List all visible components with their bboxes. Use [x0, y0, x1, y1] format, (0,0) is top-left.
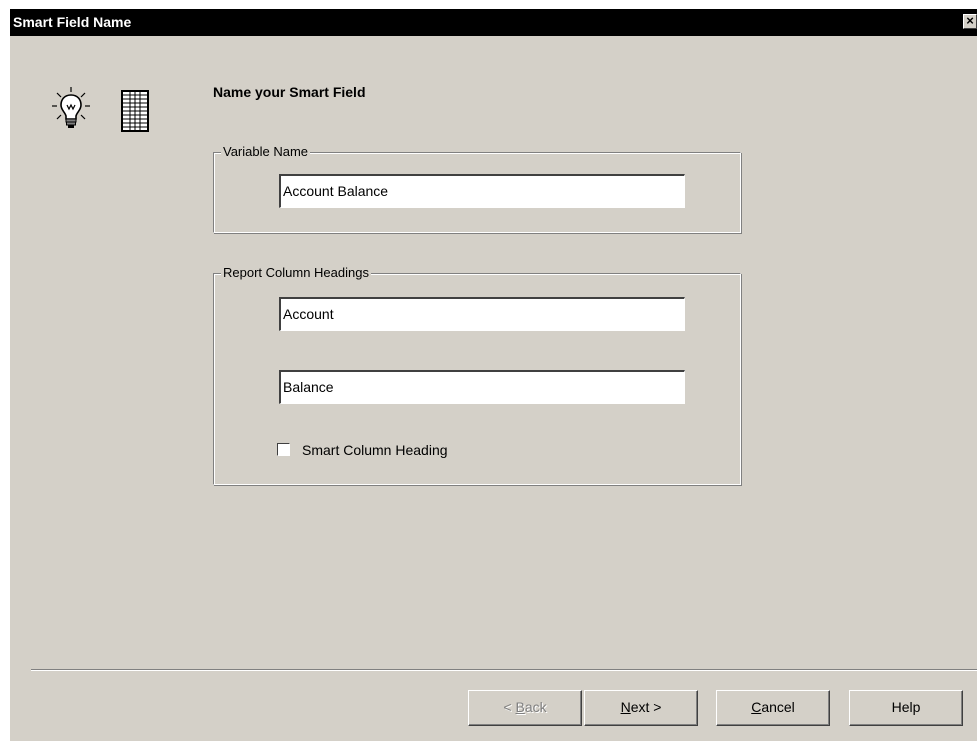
- back-button-prefix: <: [503, 699, 516, 715]
- back-button[interactable]: < Back: [468, 690, 582, 726]
- column-heading-2-field[interactable]: Balance: [279, 370, 685, 404]
- back-button-mnemonic: B: [515, 699, 525, 715]
- button-separator: [31, 669, 977, 671]
- smart-column-heading-label: Smart Column Heading: [302, 442, 448, 458]
- report-column-headings-label: Report Column Headings: [221, 264, 371, 282]
- next-button-mnemonic: N: [620, 699, 631, 715]
- dialog-window: Smart Field Name × Name your Smart Field…: [10, 9, 977, 741]
- page-heading: Name your Smart Field: [213, 84, 366, 100]
- column-heading-1-field[interactable]: Account: [279, 297, 685, 331]
- smart-column-heading-checkbox[interactable]: [277, 443, 290, 456]
- title-bar: Smart Field Name ×: [10, 9, 977, 36]
- variable-name-label: Variable Name: [221, 143, 311, 161]
- cancel-button[interactable]: Cancel: [716, 690, 830, 726]
- cancel-button-rest: ancel: [761, 699, 795, 715]
- spreadsheet-icon: [121, 90, 149, 132]
- back-button-rest: ack: [524, 699, 547, 715]
- variable-name-field[interactable]: Account Balance: [279, 174, 685, 208]
- next-button[interactable]: Next >: [584, 690, 698, 726]
- close-button[interactable]: ×: [963, 14, 977, 29]
- close-icon: ×: [966, 13, 974, 28]
- help-button[interactable]: Help: [849, 690, 963, 726]
- cancel-button-mnemonic: C: [751, 699, 762, 715]
- lightbulb-icon: [52, 87, 90, 128]
- window-title: Smart Field Name: [13, 14, 132, 30]
- next-button-rest: ext >: [630, 699, 662, 715]
